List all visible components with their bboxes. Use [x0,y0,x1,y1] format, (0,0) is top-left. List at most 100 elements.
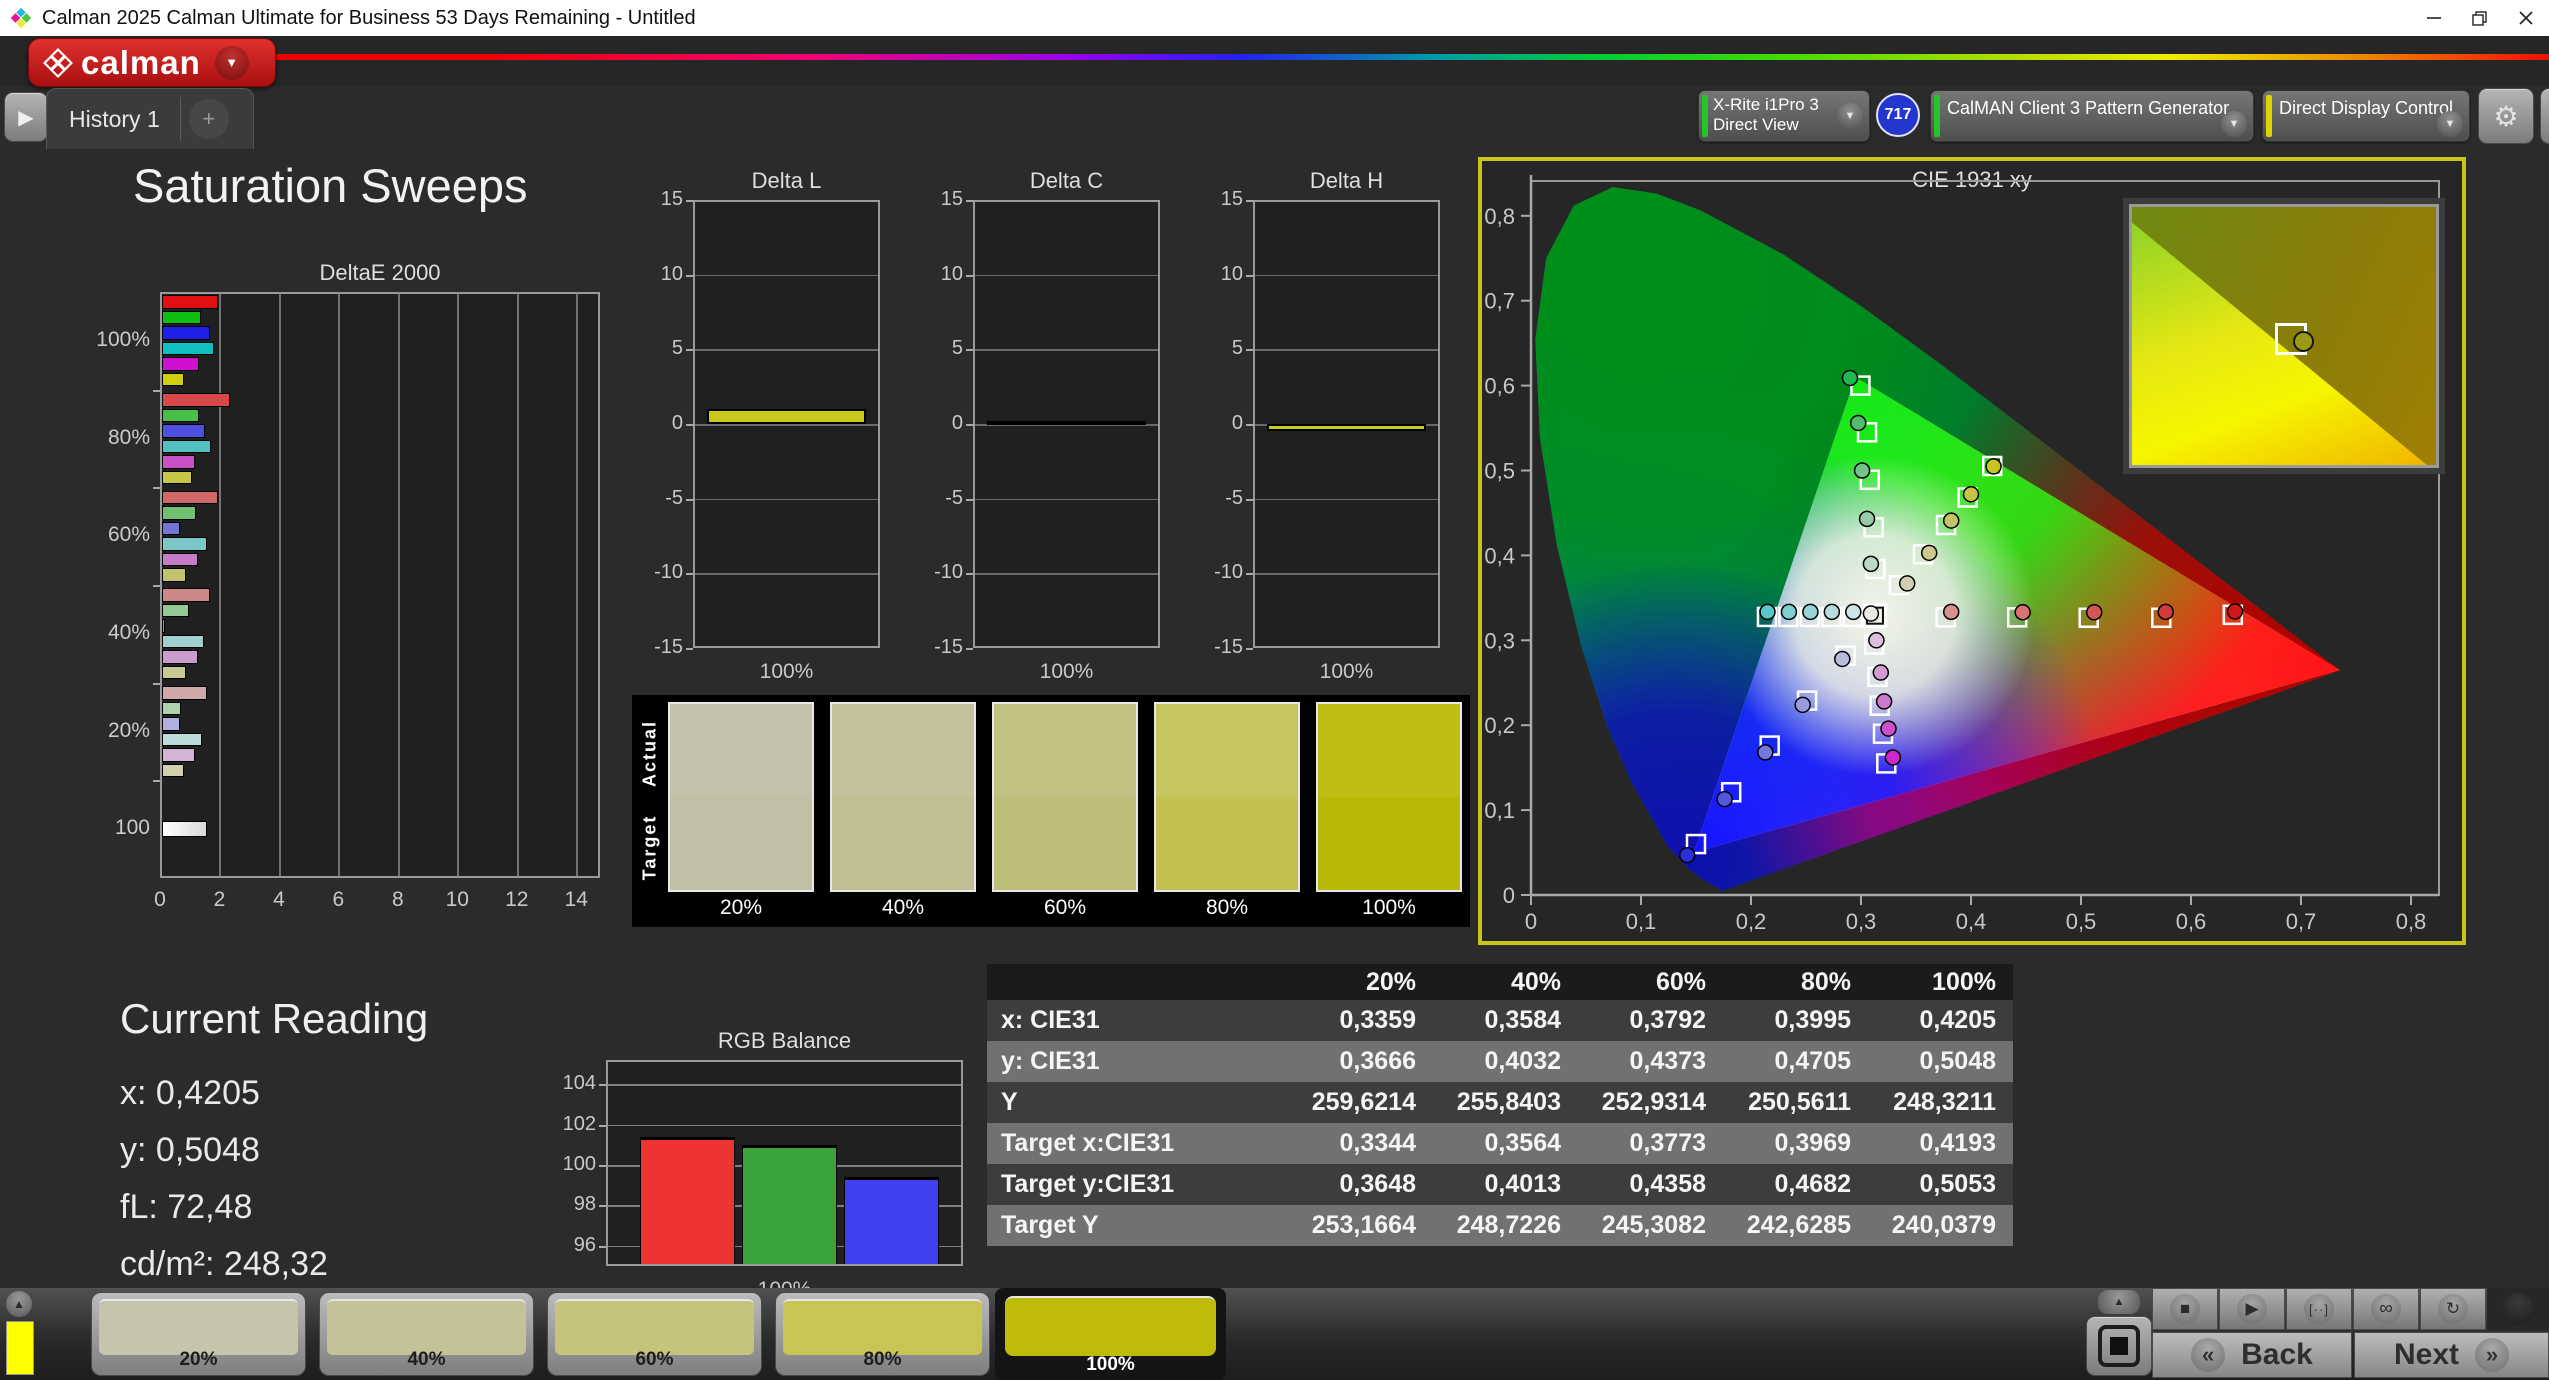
row-value: 0,3773 [1629,1129,1706,1157]
cie-measured-point [1962,486,1980,503]
row-label: Y [1001,1088,1018,1116]
delta-y-tick [686,573,693,576]
delta-gridline [1255,349,1438,351]
tab-history-1[interactable]: History 1 + [46,88,254,149]
row-value: 0,3969 [1774,1129,1851,1157]
delta-bar [1267,424,1426,431]
swatch-actual [832,704,974,797]
delta-c-title: Delta C [1029,168,1104,193]
swatch-actual [994,704,1136,797]
cie-measured-point [1759,603,1776,621]
row-value: 0,4032 [1484,1047,1561,1075]
delta-y-tick [1246,274,1253,277]
pattern-button-100%[interactable] [1005,1296,1216,1356]
delta-gridline [695,573,878,575]
row-value: 0,4013 [1484,1170,1561,1198]
stop-button[interactable]: ■ [2152,1288,2218,1330]
row-value: 0,3564 [1484,1129,1561,1157]
deltae-group-label: 60% [107,523,150,547]
meter-dropdown[interactable]: X-Rite i1Pro 3 Direct View ▼ [1698,90,1870,142]
page-title: Saturation Sweeps [133,159,528,212]
cie-measured-point [2014,604,2031,621]
source-dropdown[interactable]: CalMAN Client 3 Pattern Generator ▼ [1930,90,2254,142]
deltae-bar [162,357,200,371]
delta-y-tick-label: 0 [671,412,683,434]
delta-y-tick-label: 0 [951,412,963,434]
pattern-window-expand-button[interactable]: ▲ [2098,1290,2140,1314]
row-value: 0,4373 [1629,1047,1706,1075]
loop-continuous-button[interactable]: ∞ [2353,1288,2419,1330]
cie-x-tick-label: 0 [1525,909,1537,934]
deltae-x-tick-label: 10 [445,888,469,911]
rgb-y-tick [599,1205,606,1208]
row-value: 259,6214 [1311,1088,1416,1116]
settings-button[interactable]: ⚙ [2478,88,2534,144]
minimize-icon[interactable] [2411,0,2457,36]
deltae-bar [162,665,186,680]
display-control-dropdown[interactable]: Direct Display Control ▼ [2262,90,2470,142]
reading-fl-value: 72,48 [167,1188,253,1226]
pattern-window-button[interactable] [2086,1316,2152,1376]
deltae-bar [162,470,192,484]
deltae-plot-area [160,292,600,878]
play-button[interactable]: ▶ [2219,1288,2285,1330]
app-logo-icon [9,6,33,30]
deltae-gridline [338,292,341,878]
cie-measured-point [1920,544,1938,562]
repeat-button[interactable]: ↻ [2420,1288,2486,1330]
deltae-bar [162,393,231,407]
deltae-x-tick-label: 12 [505,888,529,911]
pattern-button-40%[interactable]: 40% [319,1292,534,1376]
reading-x: x: 0,4205 [120,1074,260,1112]
collapse-panel-button[interactable]: ◀ [2540,88,2549,144]
row-value: 0,3648 [1339,1170,1416,1198]
cie-x-tick-label: 0,6 [2176,909,2207,934]
rgb-y-tick [599,1165,606,1168]
delta-y-tick-label: -5 [1225,486,1243,509]
layout-nav-button[interactable]: ▶ [4,92,48,142]
plus-icon: + [202,106,216,131]
restore-icon[interactable] [2457,0,2503,36]
close-icon[interactable] [2503,0,2549,36]
next-button[interactable]: Next » [2354,1332,2549,1378]
delta-y-tick-label: 15 [660,188,683,210]
row-value: 0,4358 [1629,1170,1706,1198]
deltae-bar [162,650,198,664]
pattern-button-20%[interactable]: 20% [91,1292,306,1376]
delta-y-tick [966,200,973,202]
deltae-x-tick-label: 14 [564,888,588,911]
pattern-bar-expand-button[interactable]: ▲ [6,1291,32,1317]
deltae-bar [162,732,203,746]
add-tab-button[interactable]: + [188,99,229,139]
delta-x-label: 100% [759,660,814,683]
pattern-button-60%[interactable]: 60% [547,1292,762,1376]
pattern-button-label: 20% [179,1349,218,1370]
step-range-button[interactable]: [··] [2286,1288,2352,1330]
delta-y-tick-label: 15 [1220,188,1243,210]
calman-menu-chevron-icon: ▼ [214,45,249,80]
deltae-x-tick-label: 8 [391,888,404,911]
rainbow-gradient-bar [170,54,2549,60]
swatch-column: 20% [668,700,814,927]
row-value: 0,3344 [1339,1129,1416,1157]
deltae-group-label: 100% [96,327,150,351]
swatch-actual [1156,704,1298,797]
deltae-y-tick [153,487,160,490]
back-button[interactable]: « Back [2152,1332,2352,1378]
cie-measured-point [1880,720,1897,737]
delta-bar [987,421,1146,425]
cie-measured-point [2085,604,2103,621]
delta-y-tick [686,200,693,202]
current-reading-panel: Current Reading x: 0,4205 y: 0,5048 fL: … [120,995,428,1293]
cie-y-tick-label: 0,6 [1484,374,1515,399]
delta-y-tick-label: -10 [654,561,683,584]
deltae-group-label: 20% [107,718,150,742]
calman-menu-button[interactable]: calman ▼ [28,38,276,87]
delta-y-tick [686,274,693,277]
swatch-label: 60% [1043,896,1087,919]
delta-y-tick [1246,349,1253,352]
row-value: 255,8403 [1456,1088,1561,1116]
cie-y-tick-label: 0,7 [1484,289,1515,314]
pattern-button-80%[interactable]: 80% [775,1292,990,1376]
bracket-dots-icon: [··] [2309,1301,2329,1317]
